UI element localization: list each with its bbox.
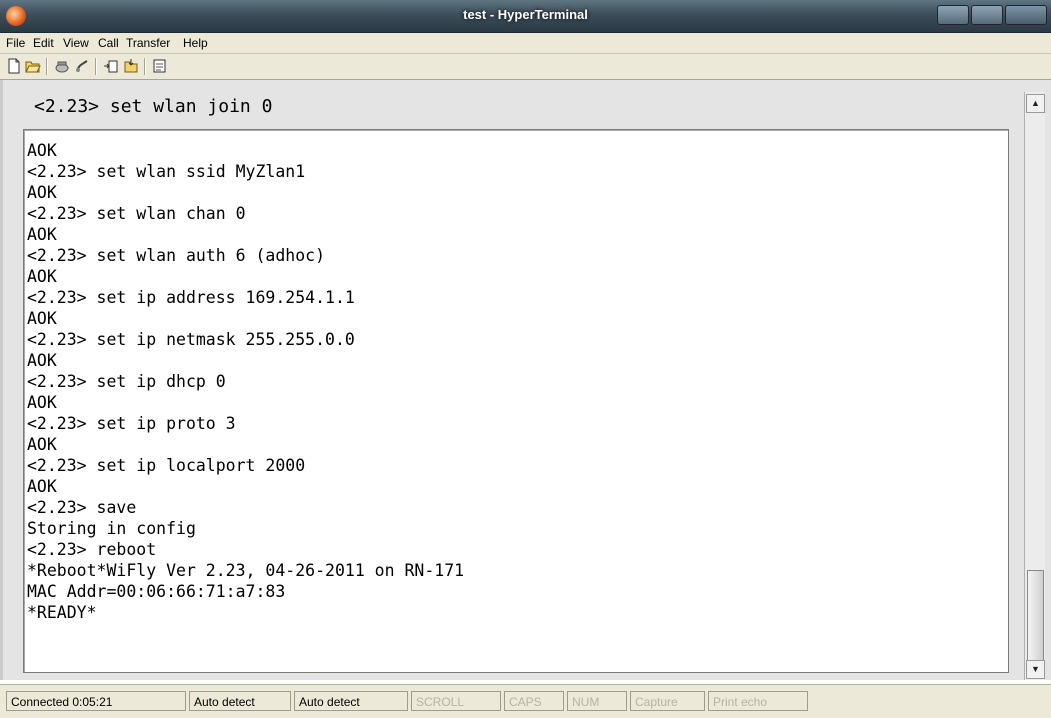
terminal-line: AOK xyxy=(27,351,57,370)
terminal-line: AOK xyxy=(27,225,57,244)
terminal-line: <2.23> set ip netmask 255.255.0.0 xyxy=(27,330,355,349)
terminal-line: AOK xyxy=(27,435,57,454)
scroll-thumb[interactable] xyxy=(1027,570,1044,664)
menu-help[interactable]: Help xyxy=(183,36,208,50)
call-icon[interactable] xyxy=(54,58,70,74)
terminal-line: <2.23> save xyxy=(27,498,137,517)
new-icon[interactable] xyxy=(6,58,22,74)
terminal-line: AOK xyxy=(27,267,57,286)
open-icon[interactable] xyxy=(25,58,41,74)
toolbar-separator xyxy=(144,58,146,75)
terminal-line: AOK xyxy=(27,477,57,496)
terminal-line: <2.23> set ip localport 2000 xyxy=(27,456,306,475)
window-title: test - HyperTerminal xyxy=(463,7,588,22)
window-controls xyxy=(937,5,1047,25)
properties-icon[interactable] xyxy=(152,58,168,74)
terminal-output: AOK <2.23> set wlan ssid MyZlan1 AOK <2.23>… xyxy=(27,140,464,623)
terminal-line: AOK xyxy=(27,309,57,328)
terminal-line: <2.23> set ip address 169.254.1.1 xyxy=(27,288,355,307)
terminal-line: <2.23> set wlan chan 0 xyxy=(27,204,246,223)
menu-transfer[interactable]: Transfer xyxy=(126,36,170,50)
menu-edit[interactable]: Edit xyxy=(33,36,54,50)
menu-call[interactable]: Call xyxy=(98,36,119,50)
terminal-line: <2.23> set wlan ssid MyZlan1 xyxy=(27,162,306,181)
vertical-scrollbar[interactable]: ▲ ▼ xyxy=(1024,92,1045,680)
terminal-line: <2.23> set ip dhcp 0 xyxy=(27,372,226,391)
terminal-line: AOK xyxy=(27,393,57,412)
status-detect-2: Auto detect xyxy=(294,691,408,711)
menu-bar: File Edit View Call Transfer Help xyxy=(0,33,1051,54)
close-button[interactable] xyxy=(1005,5,1047,25)
terminal-line: MAC Addr=00:06:66:71:a7:83 xyxy=(27,582,286,601)
scroll-up-icon[interactable]: ▲ xyxy=(1026,94,1045,113)
terminal-line: Storing in config xyxy=(27,519,196,538)
status-print-echo: Print echo xyxy=(708,691,808,711)
status-capture: Capture xyxy=(630,691,705,711)
terminal-line: *Reboot*WiFly Ver 2.23, 04-26-2011 on RN… xyxy=(27,561,465,580)
toolbar xyxy=(0,54,1051,80)
status-connected: Connected 0:05:21 xyxy=(6,691,186,711)
menu-view[interactable]: View xyxy=(63,36,89,50)
toolbar-separator xyxy=(46,58,48,75)
disconnect-icon[interactable] xyxy=(74,58,90,74)
status-bar: Connected 0:05:21 Auto detect Auto detec… xyxy=(0,684,1051,718)
receive-icon[interactable] xyxy=(123,58,139,74)
terminal-line: AOK xyxy=(27,141,57,160)
status-detect-1: Auto detect xyxy=(189,691,291,711)
title-bar: test - HyperTerminal xyxy=(0,0,1051,33)
terminal-line: *READY* xyxy=(27,603,97,622)
terminal-line: <2.23> set ip proto 3 xyxy=(27,414,236,433)
terminal-line: AOK xyxy=(27,183,57,202)
toolbar-separator xyxy=(95,58,97,75)
status-num: NUM xyxy=(567,691,627,711)
menu-file[interactable]: File xyxy=(6,36,25,50)
send-icon[interactable] xyxy=(103,58,119,74)
terminal-line: <2.23> set wlan auth 6 (adhoc) xyxy=(27,246,326,265)
minimize-button[interactable] xyxy=(937,5,969,25)
status-caps: CAPS xyxy=(504,691,564,711)
status-scroll: SCROLL xyxy=(411,691,501,711)
terminal-scrollback-line: <2.23> set wlan join 0 xyxy=(34,96,273,117)
scroll-down-icon[interactable]: ▼ xyxy=(1026,660,1045,679)
maximize-button[interactable] xyxy=(971,5,1003,25)
terminal-line: <2.23> reboot xyxy=(27,540,157,559)
